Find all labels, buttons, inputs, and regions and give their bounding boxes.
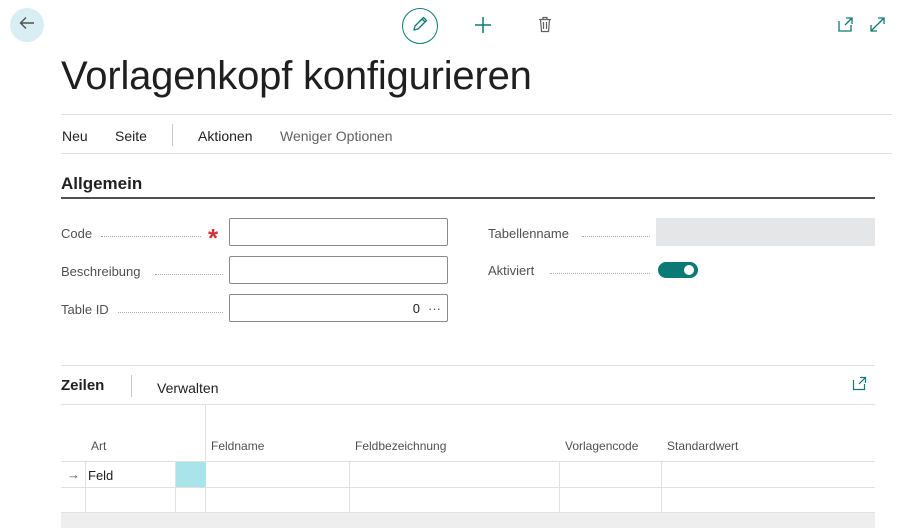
lines-top-divider xyxy=(61,365,875,366)
action-seite[interactable]: Seite xyxy=(115,127,147,145)
toggle-knob xyxy=(684,265,694,275)
aktiviert-toggle[interactable] xyxy=(658,262,698,278)
lines-header-divider xyxy=(61,404,875,405)
column-header-feldbezeichnung[interactable]: Feldbezeichnung xyxy=(355,439,446,453)
table-id-leader-dots xyxy=(118,312,223,313)
plus-icon xyxy=(474,16,492,39)
action-weniger-optionen[interactable]: Weniger Optionen xyxy=(280,127,393,145)
open-new-window-icon xyxy=(837,16,854,38)
row-marker-arrow: → xyxy=(67,467,80,482)
column-header-feldname[interactable]: Feldname xyxy=(211,439,264,453)
action-aktionen[interactable]: Aktionen xyxy=(198,127,252,145)
code-label: Code xyxy=(61,226,93,241)
section-rule xyxy=(61,197,875,199)
lines-verwalten[interactable]: Verwalten xyxy=(157,379,218,397)
pencil-icon xyxy=(411,15,429,38)
beschreibung-field[interactable] xyxy=(229,256,448,284)
expand-button[interactable] xyxy=(867,17,887,37)
aktiviert-leader-dots xyxy=(550,273,650,274)
action-bar-bottom-divider xyxy=(61,153,892,154)
aktiviert-label: Aktiviert xyxy=(488,263,535,278)
beschreibung-label: Beschreibung xyxy=(61,264,141,279)
column-header-art[interactable]: Art xyxy=(91,439,106,453)
trash-icon xyxy=(538,16,552,38)
edit-button[interactable] xyxy=(402,8,438,44)
column-header-vorlagencode[interactable]: Vorlagencode xyxy=(565,439,638,453)
table-id-label: Table ID xyxy=(61,302,109,317)
beschreibung-leader-dots xyxy=(155,274,223,275)
code-field[interactable] xyxy=(229,218,448,246)
back-arrow-icon xyxy=(18,14,36,37)
open-new-window-button[interactable] xyxy=(835,17,855,37)
new-button[interactable] xyxy=(472,16,494,38)
table-row[interactable] xyxy=(61,488,875,512)
required-indicator: * xyxy=(208,223,219,253)
table-id-lookup-button[interactable]: ··· xyxy=(428,301,441,316)
column-header-standardwert[interactable]: Standardwert xyxy=(667,439,738,453)
lines-title[interactable]: Zeilen xyxy=(61,377,104,394)
table-id-value: 0 xyxy=(412,300,420,316)
grid-footer xyxy=(61,513,875,528)
back-button[interactable] xyxy=(10,8,44,42)
action-neu[interactable]: Neu xyxy=(62,127,88,145)
action-bar-top-divider xyxy=(61,114,892,115)
action-bar-separator xyxy=(172,124,173,146)
lines-separator xyxy=(131,375,132,397)
tabellenname-leader-dots xyxy=(582,236,650,237)
delete-button[interactable] xyxy=(535,16,555,38)
selected-cell[interactable] xyxy=(176,462,206,487)
tabellenname-field xyxy=(656,218,875,246)
open-new-window-icon xyxy=(852,376,867,396)
row-art-cell[interactable]: Feld xyxy=(88,468,113,483)
page-title: Vorlagenkopf konfigurieren xyxy=(61,54,532,98)
table-row[interactable]: → Feld xyxy=(61,462,875,487)
tabellenname-label: Tabellenname xyxy=(488,226,569,241)
table-id-field[interactable]: 0 ··· xyxy=(229,294,448,322)
section-title-allgemein[interactable]: Allgemein xyxy=(61,174,142,194)
code-leader-dots xyxy=(101,236,201,237)
lines-open-button[interactable] xyxy=(850,376,868,396)
expand-icon xyxy=(869,16,886,38)
